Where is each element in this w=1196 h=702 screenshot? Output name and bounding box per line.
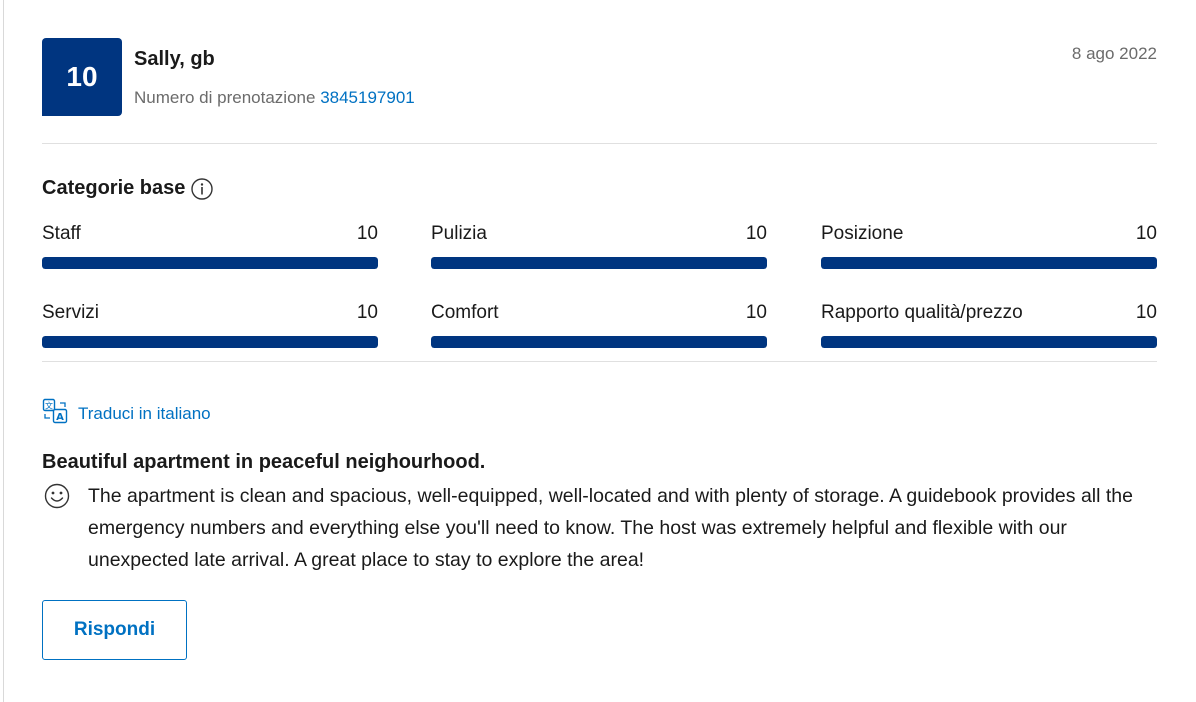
panel-left-border <box>3 0 4 702</box>
categories-heading-text: Categorie base <box>42 177 186 199</box>
review-score-badge: 10 <box>42 38 122 116</box>
category-value: 10 <box>745 223 767 244</box>
category-bar-fill <box>42 336 378 348</box>
header-divider <box>42 143 1157 144</box>
category-servizi: Servizi 10 <box>42 300 378 348</box>
category-bar-fill <box>431 336 767 348</box>
category-bar <box>431 257 767 269</box>
svg-text:文: 文 <box>45 401 53 411</box>
category-bar <box>431 336 767 348</box>
category-bar-fill <box>821 257 1157 269</box>
booking-number-link[interactable]: 3845197901 <box>320 88 415 107</box>
category-bar-fill <box>42 257 378 269</box>
categories-heading: Categorie base <box>42 177 214 200</box>
category-bar <box>821 257 1157 269</box>
category-bar-fill <box>821 336 1157 348</box>
category-bar <box>42 257 378 269</box>
category-label: Rapporto qualità/prezzo <box>821 302 1023 323</box>
category-bar <box>42 336 378 348</box>
booking-number-label: Numero di prenotazione <box>134 88 316 107</box>
booking-number-line: Numero di prenotazione 3845197901 <box>134 88 415 108</box>
category-comfort: Comfort 10 <box>431 300 767 348</box>
category-value: 10 <box>745 302 767 323</box>
category-bar <box>821 336 1157 348</box>
smiley-icon <box>44 483 70 509</box>
category-posizione: Posizione 10 <box>821 221 1157 269</box>
review-date: 8 ago 2022 <box>1071 44 1157 63</box>
category-label: Comfort <box>431 302 499 323</box>
category-label: Posizione <box>821 223 904 244</box>
translate-label: Traduci in italiano <box>78 403 211 423</box>
category-staff: Staff 10 <box>42 221 378 269</box>
category-value: 10 <box>356 223 378 244</box>
category-value-for-money: Rapporto qualità/prezzo 10 <box>821 300 1157 348</box>
category-value: 10 <box>356 302 378 323</box>
category-label: Staff <box>42 223 81 244</box>
svg-text:A: A <box>56 412 64 423</box>
category-value: 10 <box>1135 302 1157 323</box>
review-card: 10 Sally, gb Numero di prenotazione 3845… <box>42 0 1157 702</box>
info-icon[interactable] <box>191 177 214 200</box>
review-body: The apartment is clean and spacious, wel… <box>88 485 1133 571</box>
category-value: 10 <box>1135 223 1157 244</box>
category-label: Servizi <box>42 302 100 323</box>
translate-icon: 文 A <box>42 398 68 429</box>
category-bar-fill <box>431 257 767 269</box>
category-label: Pulizia <box>431 223 487 244</box>
reply-button[interactable]: Rispondi <box>42 600 187 660</box>
reviewer-name: Sally, gb <box>134 48 215 70</box>
category-pulizia: Pulizia 10 <box>431 221 767 269</box>
translate-link[interactable]: 文 A Traduci in italiano <box>42 398 211 429</box>
review-title: Beautiful apartment in peaceful neighour… <box>42 451 486 473</box>
categories-divider <box>42 361 1157 362</box>
